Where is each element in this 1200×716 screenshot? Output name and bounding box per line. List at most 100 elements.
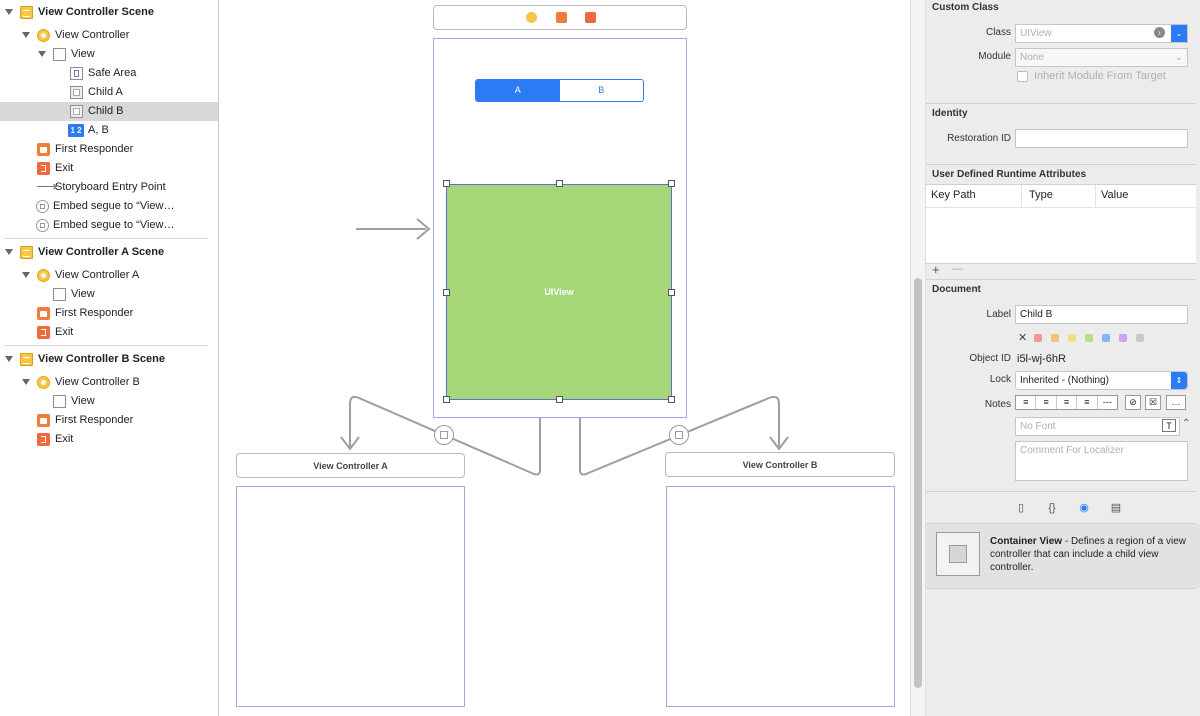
- chevron-updown-icon[interactable]: ⇕: [1171, 372, 1187, 389]
- view-controller-icon: [37, 29, 50, 42]
- align-justify-icon[interactable]: ≡: [1077, 396, 1098, 409]
- file-icon[interactable]: ▯: [1013, 500, 1029, 516]
- segment-b[interactable]: B: [559, 80, 643, 101]
- remove-attribute-button[interactable]: —: [952, 263, 963, 275]
- embed-segue-a-icon[interactable]: [434, 425, 454, 445]
- outline-row-view-controller[interactable]: View Controller B: [0, 373, 218, 392]
- clear-color-icon[interactable]: ✕: [1018, 331, 1027, 344]
- label-color-blue[interactable]: [1102, 334, 1110, 342]
- outline-row-scene[interactable]: View Controller B Scene: [0, 350, 218, 369]
- comment-field[interactable]: Comment For Localizer: [1015, 441, 1188, 481]
- color-picker-icon[interactable]: ☒: [1145, 395, 1161, 410]
- object-library-icon[interactable]: ◉: [1076, 500, 1092, 516]
- embed-segue-b-icon[interactable]: [669, 425, 689, 445]
- outline-row-first-responder[interactable]: First Responder: [0, 140, 218, 159]
- no-color-icon[interactable]: ⊘: [1125, 395, 1141, 410]
- disclosure-triangle-icon[interactable]: [22, 379, 30, 385]
- view-controller-frame[interactable]: A B UIView: [433, 38, 687, 418]
- chevron-down-icon[interactable]: ⌄: [1171, 25, 1187, 42]
- scene-dock[interactable]: [433, 5, 687, 30]
- outline-row-segmented-control[interactable]: 1 2 A, B: [0, 121, 218, 140]
- resize-handle[interactable]: [556, 180, 563, 187]
- section-divider: [926, 491, 1196, 492]
- scene-a-dock[interactable]: View Controller A: [236, 453, 465, 478]
- outline-row-view[interactable]: View: [0, 45, 218, 64]
- selected-container-view[interactable]: UIView: [446, 184, 672, 400]
- first-responder-icon[interactable]: [556, 12, 567, 23]
- scene-b-dock[interactable]: View Controller B: [665, 452, 895, 477]
- stepper-icon[interactable]: ⌃: [1182, 418, 1190, 429]
- class-field[interactable]: UIView › ⌄: [1015, 24, 1188, 43]
- outline-row-view[interactable]: View: [0, 285, 218, 304]
- storyboard-canvas[interactable]: A B UIView View Controller A View Contro…: [219, 0, 910, 716]
- outline-row-exit[interactable]: Exit: [0, 323, 218, 342]
- view-controller-icon[interactable]: [526, 12, 537, 23]
- label-color-green[interactable]: [1085, 334, 1093, 342]
- alignment-controls[interactable]: ≡ ≡ ≡ ≡ ---: [1015, 395, 1118, 410]
- outline-row-view-controller[interactable]: View Controller A: [0, 266, 218, 285]
- scrollbar-thumb[interactable]: [914, 278, 922, 688]
- label-color-red[interactable]: [1034, 334, 1042, 342]
- column-value[interactable]: Value: [1101, 189, 1128, 201]
- outline-row-child-a[interactable]: Child A: [0, 83, 218, 102]
- runtime-attributes-table[interactable]: Key Path Type Value: [926, 184, 1196, 264]
- label-color-gray[interactable]: [1136, 334, 1144, 342]
- resize-handle[interactable]: [443, 180, 450, 187]
- media-library-icon[interactable]: ▤: [1108, 500, 1124, 516]
- arrow-circle-icon[interactable]: ›: [1154, 27, 1165, 38]
- disclosure-triangle-icon[interactable]: [5, 356, 13, 362]
- outline-row-first-responder[interactable]: First Responder: [0, 411, 218, 430]
- add-attribute-button[interactable]: +: [932, 262, 940, 277]
- segment-a[interactable]: A: [476, 80, 560, 101]
- runtime-attributes-header: User Defined Runtime Attributes: [932, 169, 1087, 180]
- align-natural-icon[interactable]: ---: [1098, 396, 1117, 409]
- restoration-id-field[interactable]: [1015, 129, 1188, 148]
- label-field[interactable]: Child B: [1015, 305, 1188, 324]
- align-left-icon[interactable]: ≡: [1016, 396, 1037, 409]
- label-color-purple[interactable]: [1119, 334, 1127, 342]
- align-center-icon[interactable]: ≡: [1036, 396, 1057, 409]
- outline-row-entry-point[interactable]: ⟶ Storyboard Entry Point: [0, 178, 218, 197]
- outline-row-child-b[interactable]: Child B: [0, 102, 218, 121]
- segmented-control[interactable]: A B: [475, 79, 644, 102]
- resize-handle[interactable]: [668, 289, 675, 296]
- library-item-text: Container View - Defines a region of a v…: [990, 535, 1196, 574]
- disclosure-triangle-icon[interactable]: [5, 249, 13, 255]
- outline-row-first-responder[interactable]: First Responder: [0, 304, 218, 323]
- disclosure-triangle-icon[interactable]: [5, 9, 13, 15]
- resize-handle[interactable]: [668, 180, 675, 187]
- resize-handle[interactable]: [556, 396, 563, 403]
- label-color-yellow[interactable]: [1068, 334, 1076, 342]
- outline-row-embed-segue[interactable]: Embed segue to “View…: [0, 197, 218, 216]
- font-field[interactable]: No Font T: [1015, 417, 1180, 436]
- column-key-path[interactable]: Key Path: [931, 189, 976, 201]
- outline-row-scene[interactable]: View Controller Scene: [0, 3, 218, 22]
- module-field[interactable]: None ⌄: [1015, 48, 1188, 67]
- code-braces-icon[interactable]: {}: [1044, 500, 1060, 516]
- outline-row-view[interactable]: View: [0, 392, 218, 411]
- disclosure-triangle-icon[interactable]: [22, 272, 30, 278]
- disclosure-triangle-icon[interactable]: [38, 51, 46, 57]
- outline-row-label: Exit: [55, 326, 74, 338]
- outline-row-embed-segue[interactable]: Embed segue to “View…: [0, 216, 218, 235]
- scene-a-frame[interactable]: [236, 486, 465, 707]
- outline-row-scene[interactable]: View Controller A Scene: [0, 243, 218, 262]
- outline-row-safe-area[interactable]: Safe Area: [0, 64, 218, 83]
- font-picker-icon[interactable]: T: [1162, 419, 1176, 432]
- disclosure-triangle-icon[interactable]: [22, 32, 30, 38]
- outline-row-exit[interactable]: Exit: [0, 430, 218, 449]
- label-color-orange[interactable]: [1051, 334, 1059, 342]
- lock-popup[interactable]: Inherited - (Nothing) ⇕: [1015, 371, 1188, 390]
- scene-b-frame[interactable]: [666, 486, 895, 707]
- more-icon[interactable]: …: [1166, 395, 1186, 410]
- outline-row-exit[interactable]: Exit: [0, 159, 218, 178]
- resize-handle[interactable]: [443, 289, 450, 296]
- library-item[interactable]: Container View - Defines a region of a v…: [926, 524, 1200, 588]
- resize-handle[interactable]: [443, 396, 450, 403]
- resize-handle[interactable]: [668, 396, 675, 403]
- outline-row-view-controller[interactable]: View Controller: [0, 26, 218, 45]
- align-right-icon[interactable]: ≡: [1057, 396, 1078, 409]
- inherit-module-checkbox[interactable]: [1017, 71, 1028, 82]
- exit-icon[interactable]: [585, 12, 596, 23]
- column-type[interactable]: Type: [1029, 189, 1053, 201]
